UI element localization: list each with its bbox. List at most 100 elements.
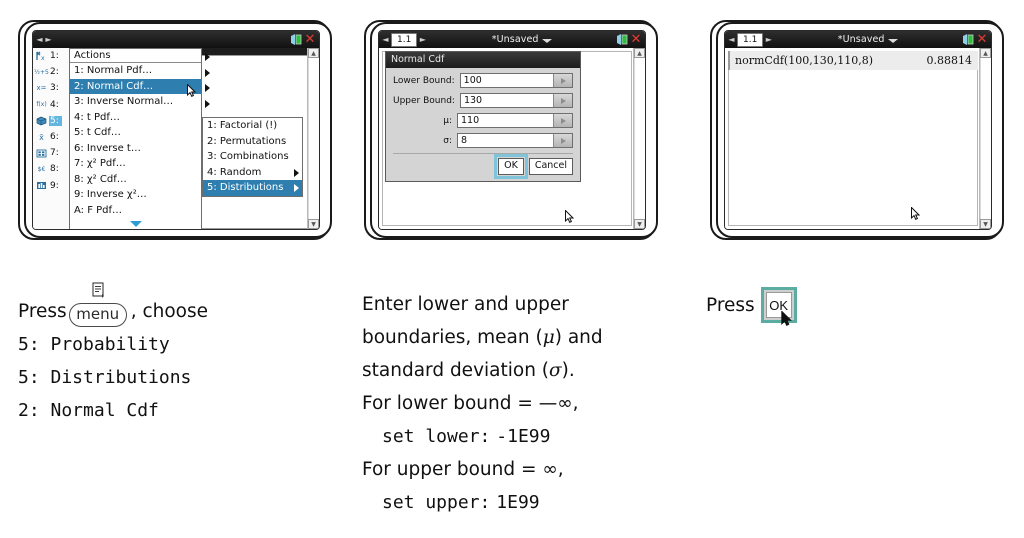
lower-bound-input[interactable]: 100 bbox=[459, 73, 573, 88]
next-page-icon[interactable]: ► bbox=[44, 34, 53, 46]
next-page-icon[interactable]: ► bbox=[764, 34, 773, 46]
menu-item-f-pdf-label: A: F Pdf… bbox=[74, 204, 123, 216]
next-page-icon[interactable]: ► bbox=[418, 34, 427, 46]
icon-row-6[interactable]: x̄ 6: bbox=[33, 129, 69, 145]
chevron-right-icon bbox=[294, 184, 299, 192]
scroll-track[interactable] bbox=[308, 58, 319, 219]
prev-page-icon[interactable]: ◄ bbox=[381, 34, 390, 46]
chevron-down-icon[interactable] bbox=[887, 38, 898, 43]
caption-step-2-line-6: For upper bound = ∞, bbox=[362, 459, 564, 480]
close-icon[interactable]: ✕ bbox=[976, 33, 988, 46]
icon-row-7[interactable]: 7: bbox=[33, 145, 69, 161]
scroll-down-button[interactable]: ▼ bbox=[980, 219, 991, 229]
scroll-track[interactable] bbox=[980, 58, 991, 219]
calc-display-1: ◄ ► ✕ x 1: ½+5 2: x= 3: f(x) 4: 5: x̄ 6:… bbox=[32, 30, 320, 230]
menu-item-inverse-chi2[interactable]: 9: Inverse χ²… bbox=[70, 187, 201, 203]
close-icon[interactable]: ✕ bbox=[304, 33, 316, 46]
cancel-button[interactable]: Cancel bbox=[528, 158, 573, 175]
arrow-slot-1 bbox=[202, 65, 213, 81]
mu-dropdown-button[interactable] bbox=[553, 114, 572, 127]
calculation-result-row[interactable]: normCdf(100,130,110,8) 0.88814 bbox=[728, 51, 978, 70]
menu-item-chi2-cdf-label: 8: χ² Cdf… bbox=[74, 173, 127, 185]
sigma-dropdown-button[interactable] bbox=[553, 134, 572, 147]
chevron-down-icon[interactable] bbox=[541, 38, 552, 43]
menu-item-f-pdf[interactable]: A: F Pdf… bbox=[70, 203, 201, 219]
menu-item-inverse-t-label: 6: Inverse t… bbox=[74, 142, 141, 154]
icon-row-3[interactable]: x= 3: bbox=[33, 80, 69, 96]
submenu-item-combinations[interactable]: 3: Combinations bbox=[203, 149, 302, 165]
titlebar-title-3: *Unsaved bbox=[773, 34, 962, 45]
upper-bound-dropdown-button[interactable] bbox=[553, 94, 572, 107]
menu-item-t-cdf-label: 5: t Cdf… bbox=[74, 127, 121, 138]
vertical-scrollbar-2[interactable]: ▲ ▼ bbox=[633, 48, 645, 229]
sigma-label: σ: bbox=[443, 135, 452, 146]
chevron-right-icon bbox=[560, 117, 566, 124]
sigma-input[interactable]: 8 bbox=[457, 133, 573, 148]
icon-row-4[interactable]: f(x) 4: bbox=[33, 97, 69, 113]
menu-item-inverse-t[interactable]: 6: Inverse t… bbox=[70, 141, 201, 157]
set-upper-label: set upper: bbox=[382, 492, 491, 513]
ok-key[interactable]: OK bbox=[760, 287, 797, 326]
close-icon[interactable]: ✕ bbox=[630, 33, 642, 46]
choose-label: , choose bbox=[130, 301, 209, 322]
titlebar-title-2: *Unsaved bbox=[427, 34, 616, 45]
vertical-scrollbar-1[interactable]: ▲ ▼ bbox=[307, 48, 319, 229]
dialog-body: Lower Bound: 100 Upper Bound: 130 μ: 110… bbox=[386, 68, 580, 181]
press-label-3: Press bbox=[706, 294, 755, 316]
page-tab[interactable]: 1.1 bbox=[737, 32, 764, 47]
calc-display-2: ◄ 1.1 ► *Unsaved ✕ Normal Cdf Lower Boun… bbox=[378, 30, 646, 230]
icon-row-5-probability[interactable]: 5: bbox=[33, 113, 69, 129]
submenu-item-permutations[interactable]: 2: Permutations bbox=[203, 134, 302, 150]
field-row-mu: μ: 110 bbox=[393, 113, 573, 128]
caption-step-2-line-7: set upper: 1E99 bbox=[362, 486, 692, 519]
menu-item-t-pdf[interactable]: 4: t Pdf… bbox=[70, 110, 201, 126]
calculator-screen-menu: ◄ ► ✕ x 1: ½+5 2: x= 3: f(x) 4: 5: x̄ 6:… bbox=[18, 20, 332, 240]
menu-item-normal-pdf[interactable]: 1: Normal Pdf… bbox=[70, 63, 201, 79]
calculator-screen-dialog: ◄ 1.1 ► *Unsaved ✕ Normal Cdf Lower Boun… bbox=[364, 20, 658, 240]
icon-row-9[interactable]: 9: bbox=[33, 178, 69, 194]
calculator-worksheet[interactable] bbox=[728, 51, 978, 226]
lower-bound-dropdown-button[interactable] bbox=[553, 74, 572, 87]
upper-bound-value: 130 bbox=[463, 95, 483, 106]
scroll-up-button[interactable]: ▲ bbox=[308, 48, 319, 58]
menu-item-t-cdf[interactable]: 5: t Cdf… bbox=[70, 125, 201, 141]
press-label-1: Press bbox=[18, 301, 67, 322]
scroll-up-button[interactable]: ▲ bbox=[634, 48, 645, 58]
icon-row-2-num: 2: bbox=[50, 67, 59, 78]
mu-label: μ: bbox=[443, 115, 452, 126]
chart-icon bbox=[34, 179, 49, 192]
icon-row-2[interactable]: ½+5 2: bbox=[33, 64, 69, 80]
scroll-up-button[interactable]: ▲ bbox=[980, 48, 991, 58]
icon-row-1[interactable]: x 1: bbox=[33, 48, 69, 64]
chevron-right-icon bbox=[560, 77, 566, 84]
upper-bound-input[interactable]: 130 bbox=[459, 93, 573, 108]
arrow-slot-2 bbox=[202, 81, 213, 97]
mu-symbol: μ bbox=[542, 327, 555, 348]
distributions-menu: Actions 1: Normal Pdf… 2: Normal Cdf… 3:… bbox=[69, 48, 202, 229]
prev-page-icon[interactable]: ◄ bbox=[727, 34, 736, 46]
submenu-item-random-label: 4: Random bbox=[207, 166, 262, 178]
scroll-down-button[interactable]: ▼ bbox=[308, 219, 319, 229]
menu-item-inverse-chi2-label: 9: Inverse χ²… bbox=[74, 189, 147, 200]
submenu-item-factorial[interactable]: 1: Factorial (!) bbox=[203, 118, 302, 134]
scroll-track[interactable] bbox=[634, 58, 645, 219]
scroll-down-button[interactable]: ▼ bbox=[634, 219, 645, 229]
menu-item-chi2-pdf[interactable]: 7: χ² Pdf… bbox=[70, 156, 201, 172]
menu-item-normal-cdf[interactable]: 2: Normal Cdf… bbox=[70, 78, 201, 94]
ok-button[interactable]: OK bbox=[494, 154, 528, 179]
icon-row-7-num: 7: bbox=[50, 148, 59, 159]
caption-step-1-line-4: 2: Normal Cdf bbox=[18, 400, 159, 421]
menu-item-chi2-cdf[interactable]: 8: χ² Cdf… bbox=[70, 172, 201, 188]
menu-item-inverse-normal[interactable]: 3: Inverse Normal… bbox=[70, 94, 201, 110]
submenu-item-distributions[interactable]: 5: Distributions bbox=[203, 180, 302, 196]
prev-page-icon[interactable]: ◄ bbox=[35, 34, 44, 46]
app-icon-column: x 1: ½+5 2: x= 3: f(x) 4: 5: x̄ 6: 7: $€… bbox=[33, 48, 70, 229]
mu-input[interactable]: 110 bbox=[457, 113, 573, 128]
menu-key[interactable]: menu bbox=[68, 281, 129, 327]
vertical-scrollbar-3[interactable]: ▲ ▼ bbox=[979, 48, 991, 229]
menu-scroll-down[interactable] bbox=[70, 218, 201, 229]
page-tab[interactable]: 1.1 bbox=[391, 32, 418, 47]
icon-row-8[interactable]: $€ 8: bbox=[33, 161, 69, 177]
actions-icon: x bbox=[34, 50, 49, 63]
submenu-item-random[interactable]: 4: Random bbox=[203, 165, 302, 181]
